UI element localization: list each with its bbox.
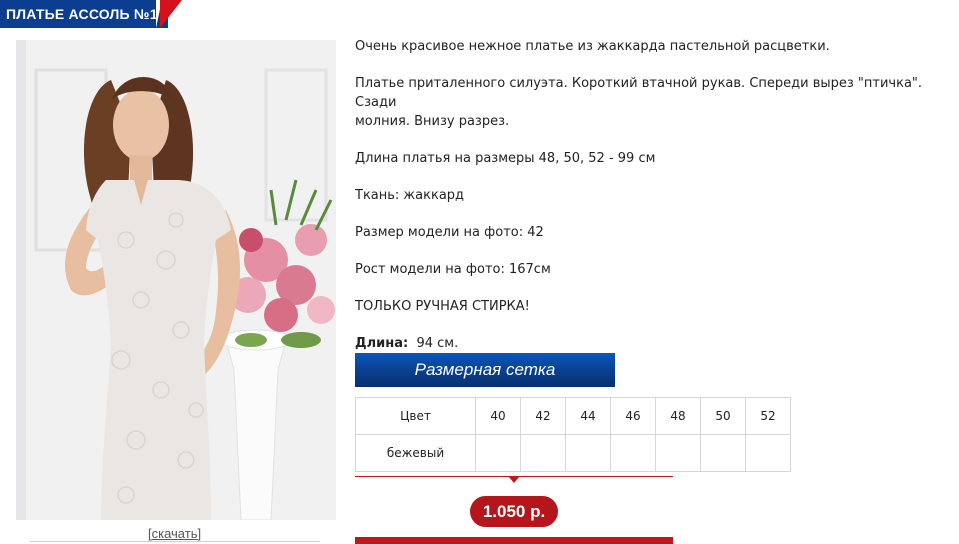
description-line: Длина платья на размеры 48, 50, 52 - 99 …: [355, 151, 656, 166]
table-cell-quantity[interactable]: [700, 434, 746, 472]
length-label: Длина:: [355, 336, 409, 351]
table-header-row: Цвет 40 42 44 46 48 50 52: [355, 397, 791, 435]
description-line: Размер модели на фото: 42: [355, 225, 544, 240]
table-header-size: 50: [700, 397, 746, 435]
download-link[interactable]: [скачать]: [148, 526, 201, 541]
download-divider: [30, 541, 320, 542]
size-grid-button[interactable]: Размерная сетка: [355, 353, 615, 387]
length-value: 94 см.: [416, 336, 459, 351]
table-header-size: 52: [745, 397, 791, 435]
product-photo[interactable]: [16, 40, 336, 520]
table-header-size: 46: [610, 397, 656, 435]
price-pointer-icon: [508, 476, 520, 483]
description-line: Очень красивое нежное платье из жаккарда…: [355, 39, 830, 54]
table-header-size: 42: [520, 397, 566, 435]
table-cell-quantity[interactable]: [610, 434, 656, 472]
description-line: молния. Внизу разрез.: [355, 114, 510, 129]
table-header-size: 48: [655, 397, 701, 435]
description-line: Ткань: жаккард: [355, 188, 465, 203]
table-header-size: 44: [565, 397, 611, 435]
price-badge: 1.050 р.: [470, 496, 558, 527]
table-cell-quantity[interactable]: [475, 434, 521, 472]
table-cell-color: бежевый: [355, 434, 476, 472]
table-cell-quantity[interactable]: [520, 434, 566, 472]
price-bottom-bar: [355, 537, 673, 544]
title-tab-red-corner: [160, 0, 182, 28]
product-title: ПЛАТЬЕ АССОЛЬ №1: [6, 6, 158, 22]
size-table: Цвет 40 42 44 46 48 50 52 бежевый: [355, 397, 791, 472]
product-description: Очень красивое нежное платье из жаккарда…: [355, 37, 955, 353]
description-line: Рост модели на фото: 167см: [355, 262, 551, 277]
table-row: бежевый: [355, 434, 791, 472]
description-line: ТОЛЬКО РУЧНАЯ СТИРКА!: [355, 299, 530, 314]
table-cell-quantity[interactable]: [745, 434, 791, 472]
table-header-size: 40: [475, 397, 521, 435]
length-line: Длина: 94 см.: [355, 334, 955, 353]
table-cell-quantity[interactable]: [655, 434, 701, 472]
table-cell-quantity[interactable]: [565, 434, 611, 472]
product-title-tab: ПЛАТЬЕ АССОЛЬ №1: [0, 0, 182, 28]
table-header-color: Цвет: [355, 397, 476, 435]
description-line: Платье приталенного силуэта. Короткий вт…: [355, 76, 923, 110]
